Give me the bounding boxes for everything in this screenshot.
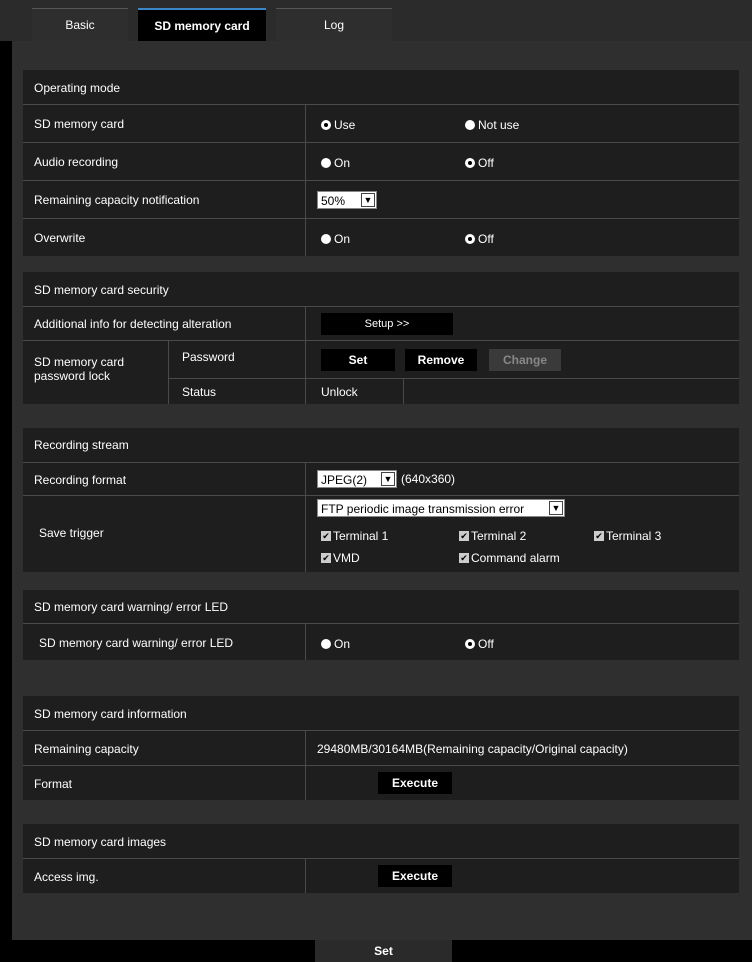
row-label: Overwrite xyxy=(34,231,86,245)
remaining-row: Remaining capacity notification 50% ▼ xyxy=(23,180,739,218)
row-label: Access img. xyxy=(34,870,99,884)
row-label: SD memory card warning/ error LED xyxy=(39,636,234,650)
checkbox-command-alarm[interactable]: ✔ Command alarm xyxy=(459,551,560,565)
lock-label-line1: SD memory card xyxy=(34,355,125,369)
section-title: SD memory card warning/ error LED xyxy=(34,600,229,614)
led-section: SD memory card warning/ error LED SD mem… xyxy=(23,590,739,660)
security-section: SD memory card security Additional info … xyxy=(23,272,739,404)
section-title: SD memory card information xyxy=(34,707,187,721)
chevron-down-icon: ▼ xyxy=(381,472,395,486)
radio-audio-on[interactable]: On xyxy=(321,156,350,170)
images-section: SD memory card images Access img. Execut… xyxy=(23,824,739,893)
set-password-button[interactable]: Set xyxy=(321,349,395,371)
chevron-down-icon: ▼ xyxy=(361,193,375,207)
tab-bar: Basic SD memory card Log xyxy=(0,0,752,41)
section-title: SD memory card security xyxy=(34,283,169,297)
setup-button[interactable]: Setup >> xyxy=(321,313,453,335)
change-password-button[interactable]: Change xyxy=(489,349,561,371)
led-row: SD memory card warning/ error LED On Off xyxy=(23,623,739,660)
footer-bar: Set xyxy=(0,940,752,962)
format-row: Format Execute xyxy=(23,765,739,800)
row-label: Format xyxy=(34,777,73,791)
radio-overwrite-off[interactable]: Off xyxy=(465,232,494,246)
lock-label-line2: password lock xyxy=(34,369,111,383)
radio-use[interactable]: Use xyxy=(321,118,355,132)
save-trigger-select[interactable]: FTP periodic image transmission error ▼ xyxy=(317,499,565,517)
password-lock-row: SD memory card password lock Password Se… xyxy=(23,340,739,404)
password-label: Password xyxy=(182,350,235,364)
footer-set-button[interactable]: Set xyxy=(315,940,452,962)
info-section: SD memory card information Remaining cap… xyxy=(23,696,739,800)
tab-basic[interactable]: Basic xyxy=(32,8,128,41)
alteration-row: Additional info for detecting alteration… xyxy=(23,306,739,340)
chevron-down-icon: ▼ xyxy=(549,501,563,515)
row-label: Audio recording xyxy=(34,155,119,169)
radio-overwrite-on[interactable]: On xyxy=(321,232,350,246)
audio-row: Audio recording On Off xyxy=(23,142,739,180)
tab-sd-memory-card[interactable]: SD memory card xyxy=(138,8,266,41)
remaining-select[interactable]: 50% ▼ xyxy=(317,191,377,209)
row-label: Recording format xyxy=(34,473,127,487)
checkbox-terminal-3[interactable]: ✔ Terminal 3 xyxy=(594,529,661,543)
row-label: Additional info for detecting alteration xyxy=(34,317,232,331)
remaining-capacity-value: 29480MB/30164MB(Remaining capacity/Origi… xyxy=(317,742,628,756)
row-label: Remaining capacity notification xyxy=(34,193,200,207)
remove-password-button[interactable]: Remove xyxy=(405,349,477,371)
recording-stream-section: Recording stream Recording format JPEG(2… xyxy=(23,428,739,572)
radio-led-on[interactable]: On xyxy=(321,637,350,651)
status-value: Unlock xyxy=(321,385,358,399)
save-trigger-row: Save trigger FTP periodic image transmis… xyxy=(23,495,739,572)
section-title: Recording stream xyxy=(34,438,129,452)
radio-not-use[interactable]: Not use xyxy=(465,118,519,132)
recording-format-row: Recording format JPEG(2) ▼ (640x360) xyxy=(23,462,739,495)
checkbox-terminal-1[interactable]: ✔ Terminal 1 xyxy=(321,529,388,543)
overwrite-row: Overwrite On Off xyxy=(23,218,739,256)
row-label: SD memory card xyxy=(34,117,125,131)
section-title: Operating mode xyxy=(34,81,121,95)
radio-audio-off[interactable]: Off xyxy=(465,156,494,170)
checkbox-terminal-2[interactable]: ✔ Terminal 2 xyxy=(459,529,526,543)
radio-led-off[interactable]: Off xyxy=(465,637,494,651)
section-title: SD memory card images xyxy=(34,835,167,849)
operating-mode-section: Operating mode SD memory card Use Not us… xyxy=(23,70,739,256)
sd-card-row: SD memory card Use Not use xyxy=(23,104,739,142)
access-img-row: Access img. Execute xyxy=(23,858,739,893)
remaining-capacity-row: Remaining capacity 29480MB/30164MB(Remai… xyxy=(23,730,739,765)
recording-format-select[interactable]: JPEG(2) ▼ xyxy=(317,470,397,488)
tab-log[interactable]: Log xyxy=(276,8,392,41)
status-label: Status xyxy=(182,385,217,399)
access-execute-button[interactable]: Execute xyxy=(378,865,452,887)
checkbox-vmd[interactable]: ✔ VMD xyxy=(321,551,360,565)
row-label: Remaining capacity xyxy=(34,742,139,756)
row-label: Save trigger xyxy=(39,526,104,540)
format-resolution: (640x360) xyxy=(401,472,456,486)
format-execute-button[interactable]: Execute xyxy=(378,772,452,794)
